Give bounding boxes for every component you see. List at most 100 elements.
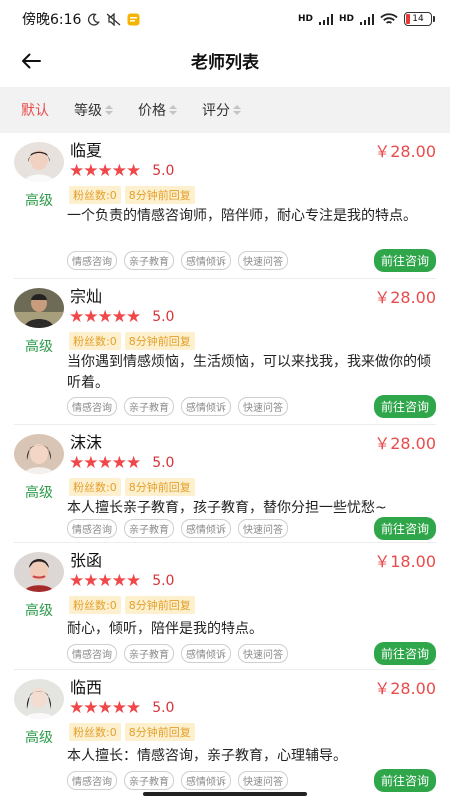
mute-icon xyxy=(106,12,121,26)
teacher-card[interactable]: 高级 临夏 ￥28.00 ★★★★★ 5.0 粉丝数:0 8分钟前回复 一个负责… xyxy=(14,133,436,279)
teacher-price: ￥28.00 xyxy=(374,288,436,307)
teacher-level: 高级 xyxy=(25,603,53,619)
tag: 感情倾诉 xyxy=(181,771,231,790)
star-rating-icon: ★★★★★ xyxy=(69,161,141,181)
teacher-card[interactable]: 高级 沫沫 ￥28.00 ★★★★★ 5.0 粉丝数:0 8分钟前回复 本人擅长… xyxy=(14,425,436,543)
star-rating-icon: ★★★★★ xyxy=(69,307,141,327)
teacher-intro: 本人擅长：情感咨询，亲子教育，心理辅导。 xyxy=(67,748,347,764)
teacher-card[interactable]: 高级 张函 ￥18.00 ★★★★★ 5.0 粉丝数:0 8分钟前回复 耐心，倾… xyxy=(14,543,436,670)
teacher-avatar xyxy=(14,679,64,719)
signal-icon xyxy=(360,13,374,25)
teacher-rating: ★★★★★ 5.0 xyxy=(69,571,174,591)
teacher-avatar xyxy=(14,552,64,592)
teacher-level: 高级 xyxy=(25,339,53,355)
fans-badge: 粉丝数:0 xyxy=(69,723,121,741)
filter-price[interactable]: 价格 xyxy=(138,100,177,120)
teacher-intro: 一个负责的情感咨询师，陪伴师，耐心专注是我的特点。 xyxy=(67,208,417,224)
tag: 快速问答 xyxy=(238,644,288,663)
teacher-card[interactable]: 高级 宗灿 ￥28.00 ★★★★★ 5.0 粉丝数:0 8分钟前回复 当你遇到… xyxy=(14,279,436,425)
tag: 快速问答 xyxy=(238,397,288,416)
reply-badge: 8分钟前回复 xyxy=(124,723,195,741)
filter-default-label: 默认 xyxy=(21,103,49,119)
tag: 感情倾诉 xyxy=(181,397,231,416)
moon-icon xyxy=(87,13,101,26)
teacher-list: 高级 临夏 ￥28.00 ★★★★★ 5.0 粉丝数:0 8分钟前回复 一个负责… xyxy=(0,133,450,800)
sort-arrows-icon xyxy=(105,105,113,115)
consult-button[interactable]: 前往咨询 xyxy=(373,249,436,272)
teacher-name: 张函 xyxy=(70,551,103,570)
signal-icon xyxy=(318,13,333,25)
tag: 感情倾诉 xyxy=(181,644,231,663)
teacher-avatar xyxy=(14,142,64,182)
teacher-level: 高级 xyxy=(25,730,53,746)
filter-bar: 默认 等级 价格 评分 xyxy=(0,87,450,133)
home-indicator[interactable] xyxy=(143,792,307,796)
star-rating-icon: ★★★★★ xyxy=(69,698,141,718)
teacher-name: 临夏 xyxy=(70,141,103,160)
consult-button[interactable]: 前往咨询 xyxy=(373,769,436,792)
fans-badge: 粉丝数:0 xyxy=(69,332,121,350)
teacher-price: ￥28.00 xyxy=(374,142,436,161)
rating-score: 5.0 xyxy=(152,309,175,325)
tag: 情感咨询 xyxy=(67,519,117,538)
teacher-rating: ★★★★★ 5.0 xyxy=(69,307,174,327)
teacher-price: ￥28.00 xyxy=(374,679,436,698)
teacher-intro: 本人擅长亲子教育，孩子教育，替你分担一些忧愁~ xyxy=(67,500,387,516)
star-rating-icon: ★★★★★ xyxy=(69,571,141,591)
tag: 亲子教育 xyxy=(124,397,174,416)
teacher-avatar xyxy=(14,288,64,328)
rating-score: 5.0 xyxy=(152,700,175,716)
fans-badge: 粉丝数:0 xyxy=(69,186,121,204)
tag: 情感咨询 xyxy=(67,644,117,663)
filter-default[interactable]: 默认 xyxy=(21,100,49,120)
filter-rating-label: 评分 xyxy=(202,103,230,119)
teacher-intro: 当你遇到情感烦恼，生活烦恼，可以来找我，我来做你的倾听着。 xyxy=(67,354,431,391)
rating-score: 5.0 xyxy=(152,573,175,589)
sort-arrows-icon xyxy=(169,105,177,115)
rating-score: 5.0 xyxy=(152,455,175,471)
filter-level-label: 等级 xyxy=(74,103,102,119)
back-button[interactable] xyxy=(14,44,48,78)
tag: 快速问答 xyxy=(238,519,288,538)
teacher-name: 沫沫 xyxy=(70,433,103,452)
tag: 亲子教育 xyxy=(124,519,174,538)
reply-badge: 8分钟前回复 xyxy=(124,478,195,496)
notification-app-icon xyxy=(127,13,140,26)
tag: 亲子教育 xyxy=(124,251,174,270)
nav-bar: 老师列表 xyxy=(0,38,450,82)
filter-level[interactable]: 等级 xyxy=(74,100,113,120)
teacher-name: 宗灿 xyxy=(70,287,103,306)
tag: 亲子教育 xyxy=(124,771,174,790)
tag: 感情倾诉 xyxy=(181,519,231,538)
consult-button[interactable]: 前往咨询 xyxy=(373,395,436,418)
tag: 亲子教育 xyxy=(124,644,174,663)
network-label-1: HD xyxy=(297,14,313,24)
network-label-2: HD xyxy=(338,14,354,24)
tag: 快速问答 xyxy=(238,771,288,790)
fans-badge: 粉丝数:0 xyxy=(69,478,121,496)
tag: 情感咨询 xyxy=(67,771,117,790)
teacher-rating: ★★★★★ 5.0 xyxy=(69,698,174,718)
battery-level: 14 xyxy=(412,14,424,24)
reply-badge: 8分钟前回复 xyxy=(124,596,195,614)
teacher-name: 临西 xyxy=(70,678,103,697)
teacher-avatar xyxy=(14,434,64,474)
reply-badge: 8分钟前回复 xyxy=(124,186,195,204)
tag: 快速问答 xyxy=(238,251,288,270)
consult-button[interactable]: 前往咨询 xyxy=(373,642,436,665)
teacher-card[interactable]: 高级 临西 ￥28.00 ★★★★★ 5.0 粉丝数:0 8分钟前回复 本人擅长… xyxy=(14,670,436,800)
page-title: 老师列表 xyxy=(191,52,259,73)
reply-badge: 8分钟前回复 xyxy=(124,332,195,350)
tag: 情感咨询 xyxy=(67,251,117,270)
back-arrow-icon xyxy=(22,53,41,69)
rating-score: 5.0 xyxy=(152,163,175,179)
teacher-rating: ★★★★★ 5.0 xyxy=(69,453,174,473)
filter-rating[interactable]: 评分 xyxy=(202,100,241,120)
teacher-price: ￥18.00 xyxy=(374,552,436,571)
fans-badge: 粉丝数:0 xyxy=(69,596,121,614)
teacher-level: 高级 xyxy=(25,193,53,209)
consult-button[interactable]: 前往咨询 xyxy=(373,517,436,540)
teacher-level: 高级 xyxy=(25,485,53,501)
teacher-rating: ★★★★★ 5.0 xyxy=(69,161,174,181)
battery-icon: 14 xyxy=(404,12,435,26)
